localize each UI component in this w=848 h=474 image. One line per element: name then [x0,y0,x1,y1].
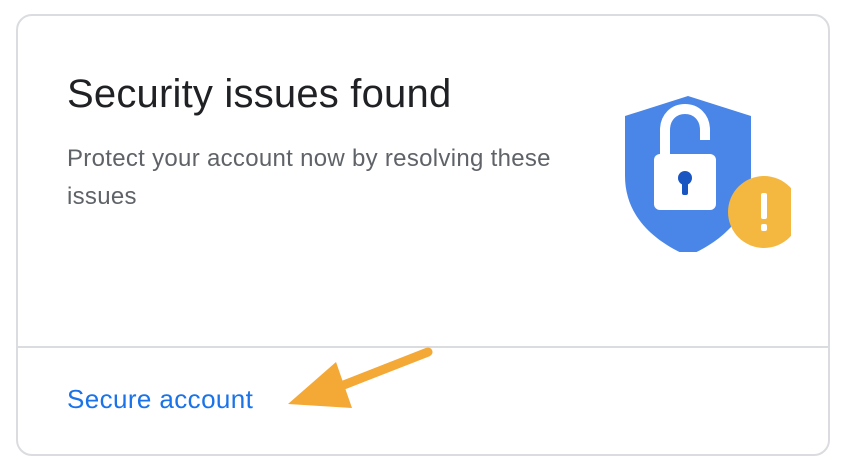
card-description: Protect your account now by resolving th… [67,145,551,210]
secure-account-link[interactable]: Secure account [67,382,253,416]
security-issues-card: Security issues found Protect your accou… [16,14,830,456]
shield-lock-warning-icon [625,96,791,252]
card-divider [18,346,828,348]
card-body: Security issues found Protect your accou… [18,16,828,346]
card-title: Security issues found [67,72,452,116]
